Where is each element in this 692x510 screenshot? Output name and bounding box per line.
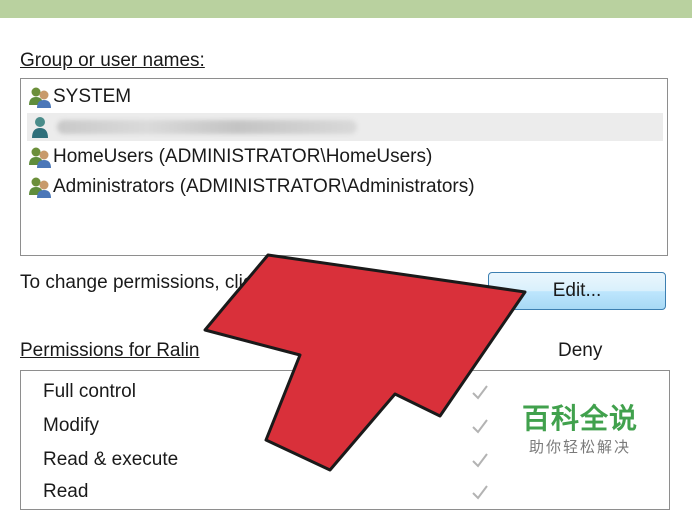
- list-item[interactable]: [27, 113, 663, 141]
- allow-header: ow: [450, 340, 475, 361]
- permission-name: Full control: [43, 381, 136, 402]
- group-icon: [29, 87, 51, 108]
- user-icon: [32, 117, 48, 138]
- watermark-title: 百科全说: [521, 402, 638, 435]
- permissions-label: Permissions for Ralin: [20, 340, 200, 362]
- permission-name: Read & execute: [43, 449, 179, 470]
- allow-check-icon[interactable]: [469, 415, 491, 437]
- edit-button[interactable]: Edit...: [488, 272, 666, 310]
- permissions-title: Permissions for Ralin: [20, 340, 200, 361]
- group-label: Group or user names:: [20, 50, 205, 72]
- watermark-subtitle: 助你轻松解决: [528, 438, 631, 456]
- user-list[interactable]: SYSTEM HomeUsers (ADMINISTRATOR\HomeUser…: [20, 78, 668, 256]
- group-label-text: Group or user names:: [20, 50, 205, 71]
- permission-name: Modify: [43, 415, 99, 436]
- deny-header: Deny: [558, 340, 603, 361]
- list-item[interactable]: Administrators (ADMINISTRATOR\Administra…: [27, 173, 663, 201]
- list-item[interactable]: SYSTEM: [27, 83, 663, 111]
- edit-button-label: Edit...: [552, 280, 602, 301]
- list-item[interactable]: HomeUsers (ADMINISTRATOR\HomeUsers): [27, 143, 663, 171]
- group-icon: [29, 177, 51, 198]
- group-icon: [29, 147, 51, 168]
- user-name: SYSTEM: [53, 86, 132, 107]
- user-name: Administrators (ADMINISTRATOR\Administra…: [53, 176, 475, 197]
- user-name: HomeUsers (ADMINISTRATOR\HomeUsers): [53, 146, 433, 167]
- watermark: 百科全说 助你轻松解决: [516, 402, 644, 458]
- allow-check-icon[interactable]: [469, 449, 491, 471]
- allow-check-icon[interactable]: [469, 381, 491, 403]
- permission-name: Read: [43, 481, 89, 502]
- blurred-user-name: [57, 120, 357, 134]
- allow-check-icon[interactable]: [469, 481, 491, 503]
- change-permissions-text: To change permissions, click: [20, 272, 262, 293]
- header-bar: [0, 0, 692, 18]
